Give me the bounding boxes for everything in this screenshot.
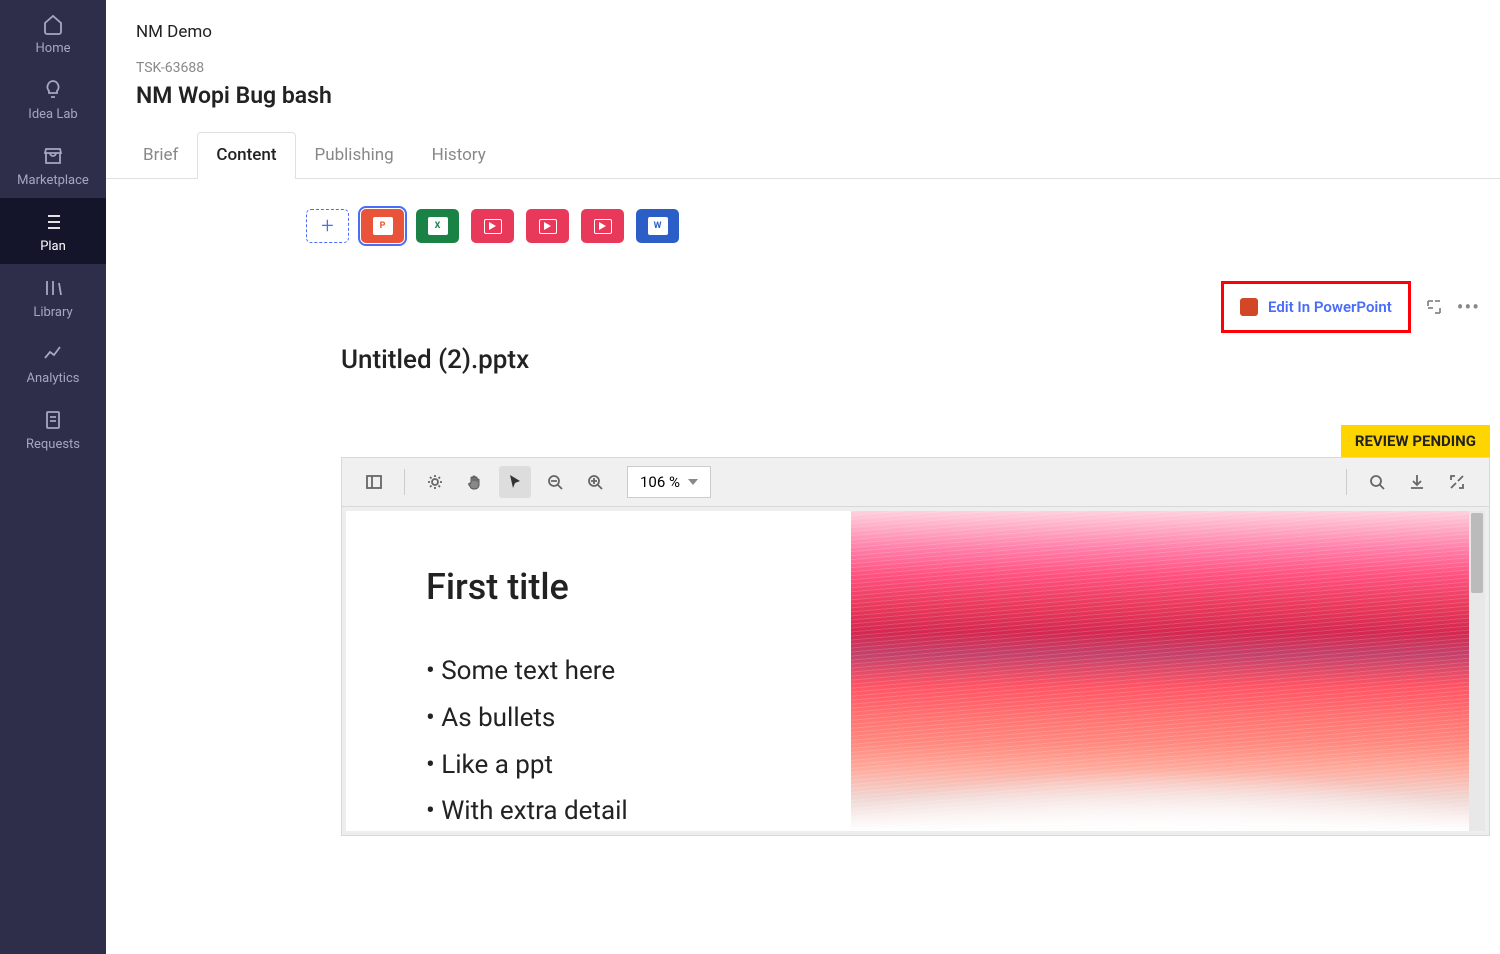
bullet: With extra detail bbox=[426, 788, 821, 831]
sidebar-label: Analytics bbox=[27, 371, 80, 386]
slide-title: First title bbox=[426, 566, 821, 608]
divider bbox=[404, 469, 405, 495]
sidebar-item-library[interactable]: Library bbox=[0, 264, 106, 330]
add-file-button[interactable]: + bbox=[306, 209, 349, 243]
sidebar-item-idea-lab[interactable]: Idea Lab bbox=[0, 66, 106, 132]
document-icon bbox=[42, 409, 64, 431]
search-icon bbox=[1368, 473, 1386, 491]
zoom-in-button[interactable] bbox=[579, 466, 611, 498]
excel-icon: X bbox=[428, 217, 448, 235]
download-icon bbox=[1408, 473, 1426, 491]
sidebar-item-requests[interactable]: Requests bbox=[0, 396, 106, 462]
slide-bullets: Some text here As bullets Like a ppt Wit… bbox=[426, 648, 821, 831]
tab-history[interactable]: History bbox=[413, 132, 505, 179]
settings-button[interactable] bbox=[419, 466, 451, 498]
content-area: + P X W Edit In PowerPoint ••• Untitled … bbox=[106, 179, 1500, 954]
header: NM Demo TSK-63688 NM Wopi Bug bash bbox=[106, 0, 1500, 131]
tab-content[interactable]: Content bbox=[197, 132, 295, 179]
tabs: Brief Content Publishing History bbox=[106, 131, 1500, 179]
video-icon bbox=[539, 219, 557, 234]
doc-section: Edit In PowerPoint ••• Untitled (2).pptx… bbox=[306, 281, 1500, 836]
bullet: Some text here bbox=[426, 648, 821, 695]
panel-icon bbox=[365, 473, 383, 491]
slide-image bbox=[851, 511, 1469, 831]
document-viewer: 106 % First title Some text here bbox=[341, 457, 1490, 836]
action-bar: Edit In PowerPoint ••• bbox=[306, 281, 1500, 333]
sidebar-label: Home bbox=[36, 41, 71, 56]
divider bbox=[1346, 469, 1347, 495]
panel-toggle-button[interactable] bbox=[358, 466, 390, 498]
file-tile-video-1[interactable] bbox=[471, 209, 514, 243]
sidebar-item-marketplace[interactable]: Marketplace bbox=[0, 132, 106, 198]
tab-brief[interactable]: Brief bbox=[124, 132, 197, 179]
task-id: TSK-63688 bbox=[136, 60, 1470, 76]
video-icon bbox=[484, 219, 502, 234]
file-tile-doc[interactable]: W bbox=[636, 209, 679, 243]
bullet: As bullets bbox=[426, 695, 821, 742]
main: NM Demo TSK-63688 NM Wopi Bug bash Brief… bbox=[106, 0, 1500, 954]
edit-in-powerpoint-button[interactable]: Edit In PowerPoint bbox=[1221, 281, 1411, 333]
video-icon bbox=[594, 219, 612, 234]
slide: First title Some text here As bullets Li… bbox=[346, 511, 1469, 831]
zoom-select[interactable]: 106 % bbox=[627, 466, 711, 498]
zoom-out-button[interactable] bbox=[539, 466, 571, 498]
list-icon bbox=[42, 211, 64, 233]
hand-icon bbox=[466, 473, 484, 491]
sidebar: Home Idea Lab Marketplace Plan Library A… bbox=[0, 0, 106, 954]
sidebar-item-home[interactable]: Home bbox=[0, 0, 106, 66]
filename: Untitled (2).pptx bbox=[306, 345, 1500, 375]
badge-row: REVIEW PENDING bbox=[306, 425, 1500, 457]
sidebar-label: Plan bbox=[40, 239, 66, 254]
search-button[interactable] bbox=[1361, 466, 1393, 498]
status-badge: REVIEW PENDING bbox=[1341, 425, 1490, 457]
sidebar-label: Requests bbox=[26, 437, 80, 452]
slide-wrap: First title Some text here As bullets Li… bbox=[342, 507, 1489, 835]
file-tile-ppt[interactable]: P bbox=[361, 209, 404, 243]
store-icon bbox=[42, 145, 64, 167]
zoom-out-icon bbox=[546, 473, 564, 491]
breadcrumb[interactable]: NM Demo bbox=[136, 22, 1470, 42]
file-tiles: + P X W bbox=[306, 209, 1500, 243]
bullet: Like a ppt bbox=[426, 742, 821, 789]
zoom-value: 106 % bbox=[640, 473, 680, 491]
expand-icon bbox=[1448, 473, 1466, 491]
word-icon: W bbox=[648, 217, 668, 235]
file-tile-video-3[interactable] bbox=[581, 209, 624, 243]
cursor-icon bbox=[506, 473, 524, 491]
file-tile-video-2[interactable] bbox=[526, 209, 569, 243]
library-icon bbox=[42, 277, 64, 299]
sidebar-item-analytics[interactable]: Analytics bbox=[0, 330, 106, 396]
file-tile-xls[interactable]: X bbox=[416, 209, 459, 243]
more-options-button[interactable]: ••• bbox=[1457, 295, 1480, 319]
sidebar-label: Marketplace bbox=[17, 173, 89, 188]
scroll-thumb[interactable] bbox=[1471, 513, 1483, 593]
zoom-in-icon bbox=[586, 473, 604, 491]
lightbulb-icon bbox=[42, 79, 64, 101]
sidebar-item-plan[interactable]: Plan bbox=[0, 198, 106, 264]
hand-tool-button[interactable] bbox=[459, 466, 491, 498]
scrollbar[interactable] bbox=[1469, 511, 1485, 831]
powerpoint-icon: P bbox=[373, 217, 393, 235]
tab-publishing[interactable]: Publishing bbox=[296, 132, 413, 179]
slide-text: First title Some text here As bullets Li… bbox=[346, 511, 851, 831]
home-icon bbox=[42, 13, 64, 35]
sidebar-label: Idea Lab bbox=[28, 107, 77, 122]
edit-label: Edit In PowerPoint bbox=[1268, 298, 1392, 316]
page-title: NM Wopi Bug bash bbox=[136, 82, 1470, 109]
gear-icon bbox=[426, 473, 444, 491]
cursor-tool-button[interactable] bbox=[499, 466, 531, 498]
fullscreen-button[interactable] bbox=[1441, 466, 1473, 498]
powerpoint-icon bbox=[1240, 298, 1258, 316]
trend-icon bbox=[42, 343, 64, 365]
collapse-icon[interactable] bbox=[1425, 298, 1443, 316]
viewer-toolbar: 106 % bbox=[342, 458, 1489, 507]
chevron-down-icon bbox=[688, 479, 698, 485]
sidebar-label: Library bbox=[33, 305, 72, 320]
download-button[interactable] bbox=[1401, 466, 1433, 498]
